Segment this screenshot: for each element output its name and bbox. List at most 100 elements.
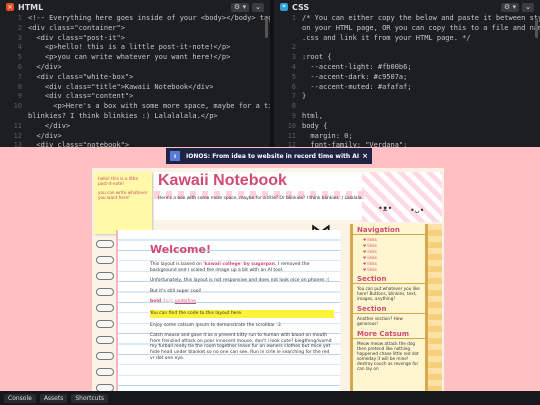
code-line[interactable]: 2 (274, 43, 540, 53)
code-line[interactable]: 10 <p>Here's a box with some more space,… (0, 102, 270, 112)
code-line[interactable]: 9 html, (274, 112, 540, 122)
credit-link[interactable]: 'kawaii college' by sugarpxn (203, 262, 275, 267)
line-number: 4 (291, 62, 296, 71)
line-number: 4 (17, 43, 22, 52)
line-number: 10 (287, 121, 296, 130)
code-line[interactable]: 2 <div class="container"> (0, 24, 270, 34)
code-editor: ✕ HTML ⚙ ▾ ⌄ 1 <!-- Everything here goes … (0, 0, 540, 147)
code-line[interactable]: 8 <div class="title">Kawaii Notebook</di… (0, 83, 270, 93)
console-button[interactable]: Console (4, 393, 36, 403)
css-code-area[interactable]: 1 /* You can either copy the below and pa… (274, 14, 540, 147)
css-icon: * (280, 3, 288, 11)
code-text: </div> (28, 62, 62, 71)
code-text: <div class="content"> (28, 92, 134, 101)
line-number (274, 24, 302, 34)
code-line[interactable]: 4 --accent-light: #fb00b6; (274, 63, 540, 73)
shortcuts-button[interactable]: Shortcuts (71, 393, 109, 403)
italic-text: italic (162, 299, 174, 305)
code-link[interactable]: You can find the code to this layout her… (150, 309, 334, 318)
code-text: margin: 0; (302, 131, 353, 140)
code-line[interactable]: 9 <div class="content"> (0, 92, 270, 102)
ring-icon (96, 272, 114, 280)
code-line[interactable]: 5 --accent-dark: #c9507a; (274, 73, 540, 83)
line-number: 5 (17, 53, 22, 62)
code-line[interactable]: 5 <p>you can write whatever you want her… (0, 53, 270, 63)
close-icon[interactable]: × (362, 152, 368, 160)
code-line[interactable]: 11 margin: 0; (274, 132, 540, 142)
code-line[interactable]: 12 </div> (0, 132, 270, 142)
html-code-area[interactable]: 1 <!-- Everything here goes inside of you… (0, 14, 270, 147)
code-text: } (302, 92, 307, 101)
decorative-pattern (362, 172, 442, 222)
code-line[interactable]: blinkies? I think blinkies :) Lalalalala… (0, 112, 270, 122)
collapse-icon[interactable]: ⌄ (522, 2, 534, 12)
ionos-logo-icon: ı (170, 151, 180, 161)
scrollbar[interactable] (535, 18, 538, 38)
post-it-line: hello! this is a little post-it-note! (98, 176, 139, 186)
code-line[interactable]: .css and link it from your HTML page. */ (274, 34, 540, 44)
code-line[interactable]: 11 </div> (0, 122, 270, 132)
underline-text: underline (174, 299, 197, 305)
section-text: You can put whatever you like here! Butt… (357, 286, 420, 301)
line-number: 6 (17, 62, 22, 71)
ring-icon (96, 320, 114, 328)
collapse-icon[interactable]: ⌄ (252, 2, 264, 12)
settings-icon[interactable]: ⚙ ▾ (500, 2, 520, 12)
code-line[interactable]: 8 (274, 102, 540, 112)
assets-button[interactable]: Assets (39, 393, 68, 403)
code-line[interactable]: 4 <p>hello! this is a little post-it-not… (0, 43, 270, 53)
code-text: <div class="container"> (28, 23, 125, 32)
code-line[interactable]: 10 body { (274, 122, 540, 132)
ring-icon (96, 256, 114, 264)
line-number (0, 112, 28, 122)
cat-face-icon: •ᴗ• (410, 206, 425, 215)
code-line[interactable]: 7 <div class="white-box"> (0, 73, 270, 83)
code-line[interactable]: 3 <div class="post-it"> (0, 34, 270, 44)
code-text: <p>you can write whatever you want here!… (28, 53, 231, 62)
ring-icon (96, 336, 114, 344)
notebook-rings (96, 240, 116, 392)
settings-icon[interactable]: ⚙ ▾ (230, 2, 250, 12)
code-line[interactable]: 1 <!-- Everything here goes inside of you… (0, 14, 270, 24)
intro-paragraph: This layout is based on 'kawaii college'… (150, 262, 334, 273)
intro-text: This layout is based on (150, 262, 204, 267)
line-number: 1 (291, 14, 296, 22)
section-text: Another section? How generous! (357, 316, 403, 326)
nav-link[interactable]: links (363, 267, 425, 273)
code-line[interactable]: 7} (274, 92, 540, 102)
code-line[interactable]: 6 </div> (0, 63, 270, 73)
section-title: Section (353, 275, 425, 284)
code-line[interactable]: 6 --accent-muted: #afafaf; (274, 83, 540, 93)
code-text: <div class="white-box"> (28, 72, 134, 81)
code-text: :root { (302, 53, 332, 62)
code-text: </div> (28, 131, 62, 140)
code-text: --accent-muted: #afafaf; (302, 82, 412, 91)
sidebar: Navigation links links links links links… (350, 224, 428, 391)
html-pane-header: ✕ HTML ⚙ ▾ ⌄ (0, 0, 270, 14)
line-number: 3 (17, 33, 22, 42)
line-number: 7 (17, 72, 22, 81)
ad-banner[interactable]: ı IONOS: From idea to website in record … (166, 148, 372, 164)
ring-icon (96, 304, 114, 312)
code-line[interactable]: 1 /* You can either copy the below and pa… (274, 14, 540, 24)
line-number: 9 (17, 92, 22, 101)
css-pane[interactable]: * CSS ⚙ ▾ ⌄ 1 /* You can either copy the … (274, 0, 540, 147)
catsum-paragraph: Catch mouse and gave it as a present kit… (150, 333, 332, 361)
ring-icon (96, 240, 114, 248)
ring-icon (96, 352, 114, 360)
scrollbar[interactable] (265, 18, 268, 38)
post-it-line: you can write whatever you want here! (98, 190, 148, 200)
line-number: 9 (291, 111, 296, 120)
html-pane[interactable]: ✕ HTML ⚙ ▾ ⌄ 1 <!-- Everything here goes … (0, 0, 274, 147)
code-text: --accent-light: #fb00b6; (302, 62, 412, 71)
code-line[interactable]: 3:root { (274, 53, 540, 63)
responsive-note: Unfortunately, this layout is not respon… (150, 278, 330, 284)
code-text: on your HTML page, OR you can copy this … (302, 23, 540, 32)
nav-title: Navigation (353, 226, 425, 235)
cool-note: But it's still super cool! (150, 288, 202, 294)
footer-bar: Console Assets Shortcuts (0, 391, 540, 405)
code-text: /* You can either copy the below and pas… (302, 14, 540, 22)
line-number: 1 (17, 14, 22, 22)
line-number: 5 (291, 72, 296, 81)
code-line[interactable]: on your HTML page, OR you can copy this … (274, 24, 540, 34)
